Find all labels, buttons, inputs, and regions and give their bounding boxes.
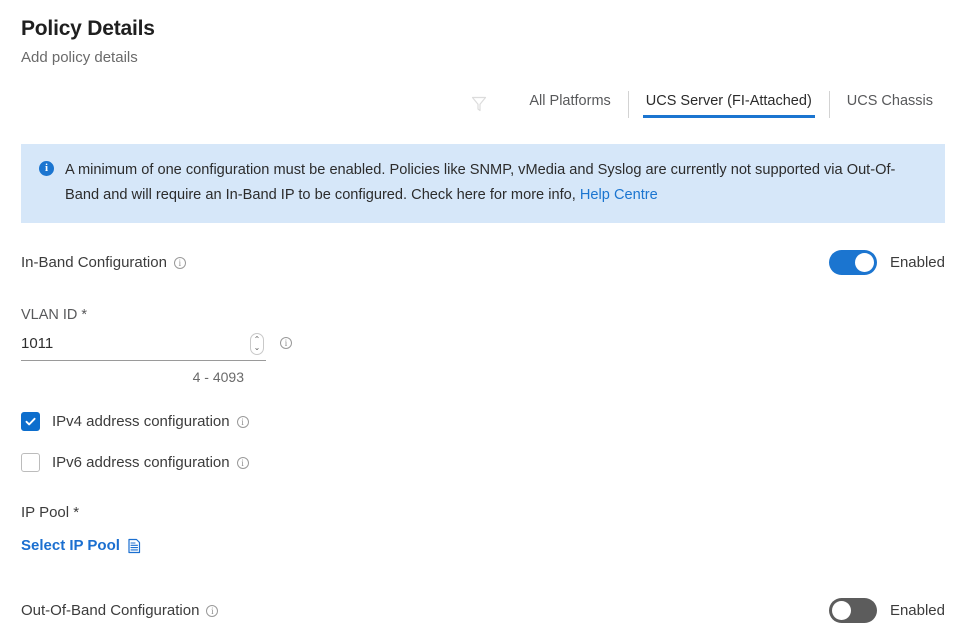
help-centre-link[interactable]: Help Centre (580, 187, 658, 203)
page-header: Policy Details Add policy details (0, 0, 966, 68)
tab-ucs-server-fi-attached[interactable]: UCS Server (FI-Attached) (627, 90, 829, 118)
info-icon[interactable]: i (206, 604, 219, 617)
vlan-id-stepper[interactable]: ⌃ ⌄ (250, 333, 264, 355)
out-of-band-configuration-row: Out-Of-Band Configuration i Enabled (21, 598, 945, 623)
vlan-id-value[interactable]: 1011 (21, 333, 250, 355)
tab-all-platforms[interactable]: All Platforms (512, 91, 627, 118)
vlan-id-hint: 4 - 4093 (192, 369, 244, 385)
out-of-band-configuration-label: Out-Of-Band Configuration i (21, 602, 219, 619)
in-band-toggle-wrap: Enabled (828, 250, 945, 275)
document-list-icon (127, 538, 142, 554)
ipv4-checkbox[interactable] (21, 412, 40, 431)
info-icon[interactable]: i (236, 415, 249, 428)
ipv6-checkbox-label: IPv6 address configuration (52, 454, 230, 471)
ipv4-checkbox-row[interactable]: IPv4 address configuration i (21, 412, 945, 431)
select-ip-pool-label: Select IP Pool (21, 537, 120, 554)
toggle-knob (831, 601, 851, 620)
check-icon (25, 417, 36, 426)
policy-details-page: Policy Details Add policy details All Pl… (0, 0, 966, 640)
info-icon[interactable]: i (173, 256, 186, 269)
out-of-band-configuration-text: Out-Of-Band Configuration (21, 602, 200, 619)
vlan-id-input-row: 1011 ⌃ ⌄ i (21, 325, 945, 361)
ipv6-checkbox[interactable] (21, 453, 40, 472)
form-body: In-Band Configuration i Enabled VLAN ID … (0, 250, 966, 623)
select-ip-pool-link[interactable]: Select IP Pool (21, 537, 945, 554)
vlan-id-input[interactable]: 1011 ⌃ ⌄ (21, 329, 266, 361)
ipv4-checkbox-label: IPv4 address configuration (52, 413, 230, 430)
out-of-band-toggle-label: Enabled (889, 602, 945, 619)
ip-pool-label: IP Pool * (21, 504, 80, 521)
page-title: Policy Details (21, 17, 155, 40)
tab-ucs-chassis[interactable]: UCS Chassis (828, 90, 950, 118)
in-band-configuration-row: In-Band Configuration i Enabled (21, 250, 945, 275)
in-band-configuration-text: In-Band Configuration (21, 254, 167, 271)
vlan-id-field: VLAN ID * 1011 ⌃ ⌄ i 4 - 4093 (21, 305, 945, 386)
chevron-down-icon[interactable]: ⌄ (254, 344, 261, 352)
platform-tabs: All Platforms UCS Server (FI-Attached) U… (0, 86, 966, 122)
filter-icon[interactable] (468, 93, 490, 115)
toggle-knob (854, 253, 874, 272)
out-of-band-toggle-wrap: Enabled (828, 598, 945, 623)
info-circle-icon: i (39, 161, 54, 176)
ipv6-checkbox-row[interactable]: IPv6 address configuration i (21, 453, 945, 472)
in-band-configuration-label: In-Band Configuration i (21, 254, 186, 271)
banner-text: A minimum of one configuration must be e… (65, 158, 925, 208)
page-subtitle: Add policy details (21, 49, 138, 66)
in-band-toggle[interactable] (828, 250, 877, 275)
in-band-toggle-label: Enabled (889, 254, 945, 271)
info-banner: i A minimum of one configuration must be… (21, 144, 945, 223)
banner-message: A minimum of one configuration must be e… (65, 162, 896, 203)
out-of-band-toggle[interactable] (828, 598, 877, 623)
vlan-id-label: VLAN ID * (21, 307, 88, 323)
ip-pool-section: IP Pool * Select IP Pool (21, 503, 945, 554)
info-icon[interactable]: i (280, 337, 292, 349)
info-icon[interactable]: i (236, 456, 249, 469)
